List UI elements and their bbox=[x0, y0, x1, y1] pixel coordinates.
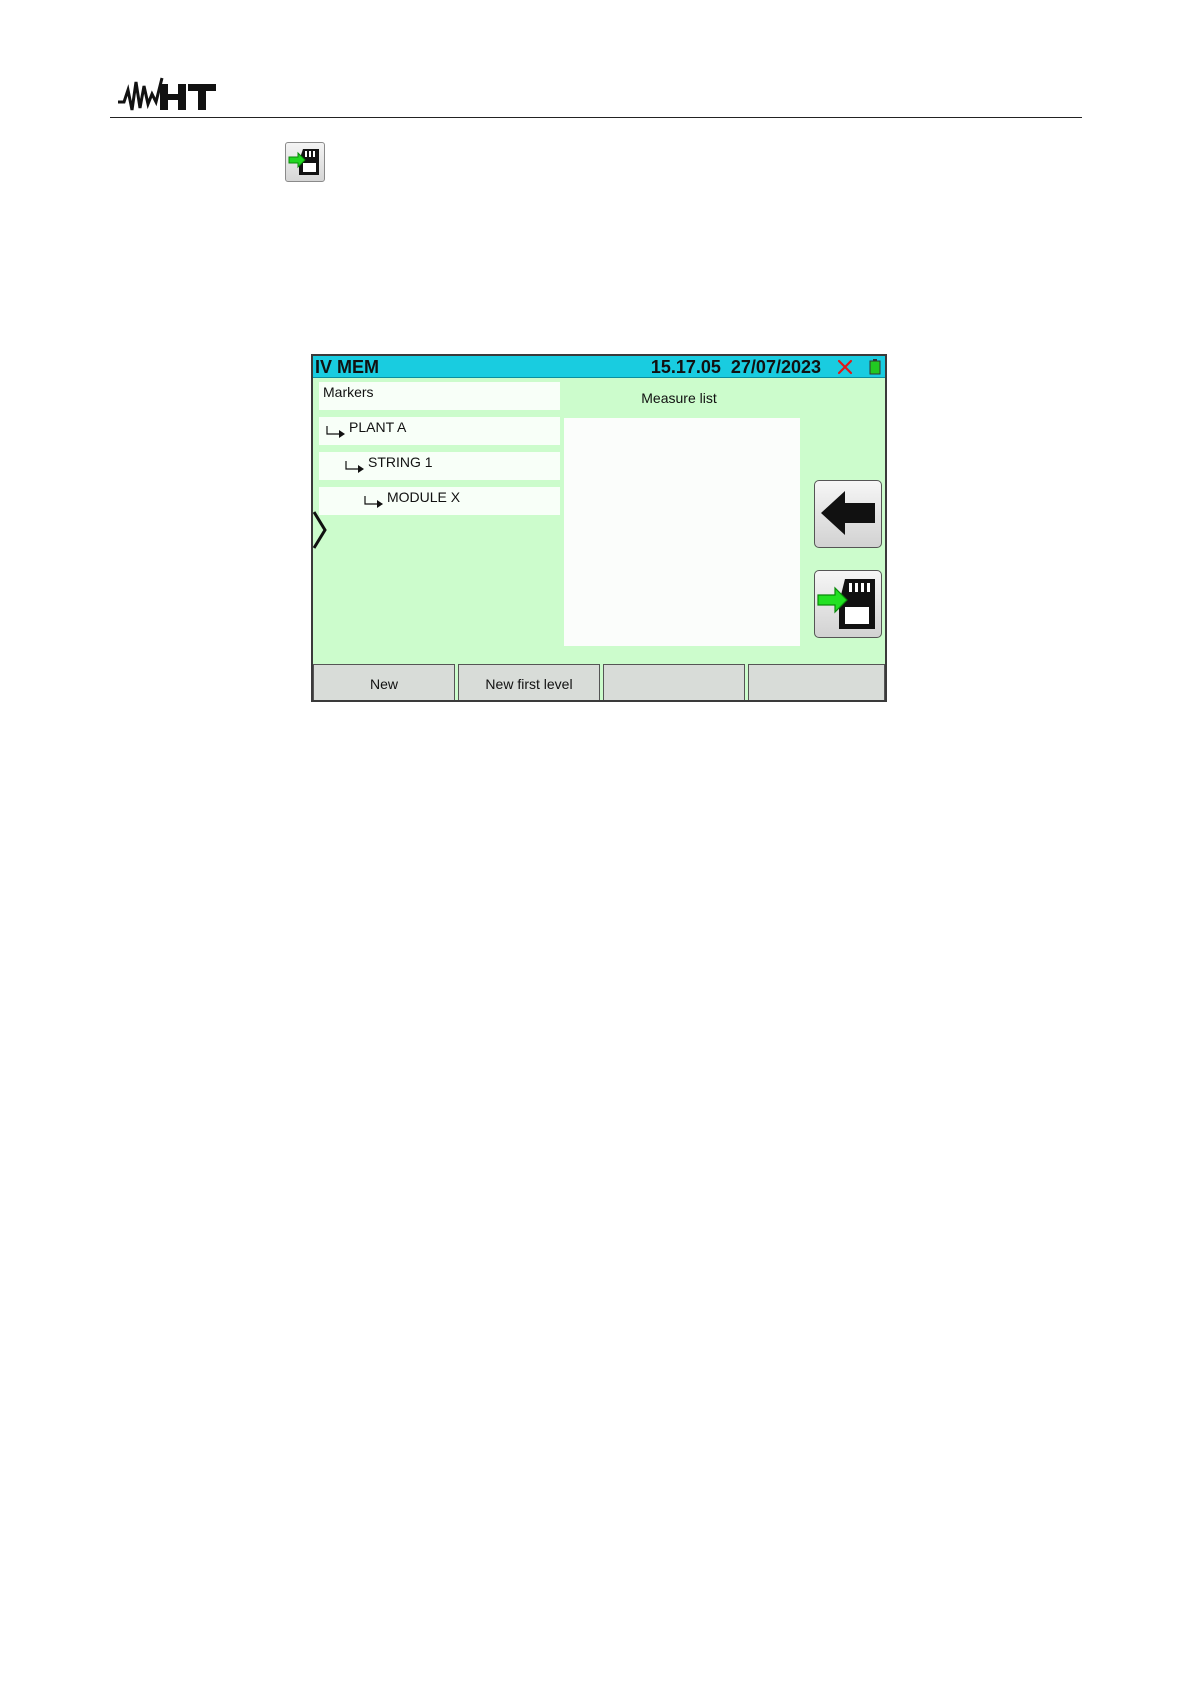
ht-logo bbox=[118, 77, 216, 111]
tree-item-module[interactable]: MODULE X bbox=[319, 487, 560, 515]
new-first-level-button[interactable]: New first level bbox=[458, 664, 600, 700]
branch-arrow-icon bbox=[326, 426, 345, 438]
battery-icon bbox=[869, 359, 881, 375]
measure-list[interactable] bbox=[564, 418, 800, 646]
save-to-sd-icon bbox=[817, 579, 875, 629]
date-readout: 27/07/2023 bbox=[730, 357, 821, 377]
tree-item-plant[interactable]: PLANT A bbox=[319, 417, 560, 445]
instrument-screen: IV MEM 15.17.05 27/07/2023 Markers PLANT… bbox=[311, 354, 887, 702]
back-arrow-icon bbox=[821, 491, 875, 535]
markers-header: Markers bbox=[319, 382, 560, 410]
softkey-4-button[interactable] bbox=[748, 664, 885, 700]
tree-item-string[interactable]: STRING 1 bbox=[319, 452, 560, 480]
title-bar: IV MEM 15.17.05 27/07/2023 bbox=[313, 356, 885, 378]
tree-item-label: PLANT A bbox=[349, 419, 407, 435]
save-button[interactable] bbox=[814, 570, 882, 638]
measure-list-title: Measure list bbox=[641, 390, 717, 406]
header-divider bbox=[110, 117, 1082, 118]
time-readout: 15.17.05 bbox=[650, 357, 721, 377]
markers-label: Markers bbox=[323, 384, 374, 400]
screen-title: IV MEM bbox=[315, 357, 380, 377]
branch-arrow-icon bbox=[345, 461, 364, 473]
chevron-right-icon[interactable] bbox=[313, 510, 327, 550]
tree-item-label: STRING 1 bbox=[368, 454, 433, 470]
close-icon[interactable] bbox=[837, 359, 853, 375]
save-to-sd-icon bbox=[285, 142, 325, 182]
back-button[interactable] bbox=[814, 480, 882, 548]
softkey-3-button[interactable] bbox=[603, 664, 745, 700]
tree-item-label: MODULE X bbox=[387, 489, 461, 505]
branch-arrow-icon bbox=[364, 496, 383, 508]
clock: 15.17.05 27/07/2023 bbox=[651, 356, 821, 378]
new-button[interactable]: New bbox=[313, 664, 455, 700]
softkey-bar: New New first level bbox=[313, 664, 885, 700]
